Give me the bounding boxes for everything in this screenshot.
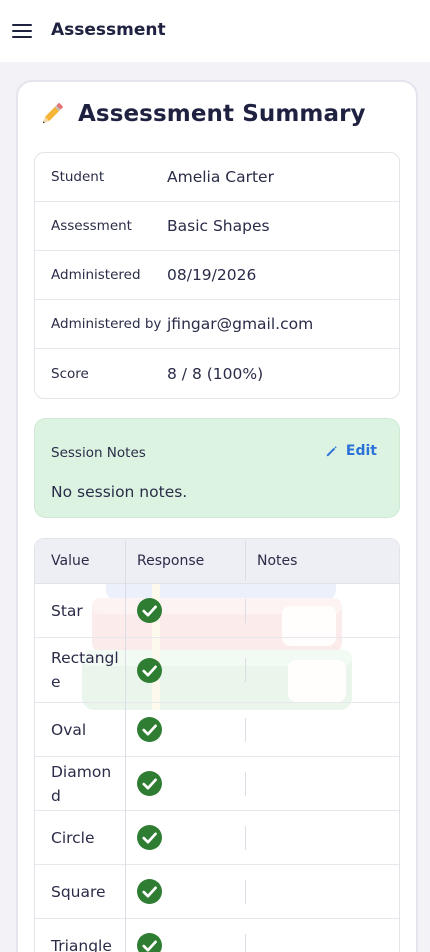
table-row: Oval [35, 691, 399, 768]
info-row-administered-by: Administered by jfingar@gmail.com [35, 300, 399, 349]
row-value: Star [51, 601, 83, 620]
session-notes-text: No session notes. [51, 483, 188, 501]
row-value: Oval [51, 720, 87, 739]
correct-check-icon [137, 598, 162, 623]
row-response [125, 745, 245, 822]
row-response [125, 691, 245, 768]
correct-check-icon [137, 933, 162, 952]
info-value: Basic Shapes [167, 217, 270, 235]
row-value: Rectangle [51, 649, 119, 691]
header-notes: Notes [245, 541, 399, 581]
summary-heading: Assessment Summary [38, 100, 366, 128]
info-label: Assessment [51, 218, 132, 234]
page-title: Assessment Summary [78, 101, 366, 127]
header-value: Value [51, 553, 90, 569]
edit-pencil-icon [326, 445, 337, 456]
info-label: Score [51, 365, 89, 382]
responses-table: Value Response Notes Star Rectangle Oval [34, 538, 400, 952]
correct-check-icon [137, 717, 162, 742]
edit-notes-button[interactable]: Edit [325, 443, 377, 459]
row-response [125, 853, 245, 930]
top-app-bar: Assessment [0, 0, 430, 62]
info-value: 8 / 8 (100%) [167, 364, 264, 383]
row-response [125, 907, 245, 952]
table-header: Value Response Notes [35, 539, 399, 584]
info-label: Administered by [51, 316, 162, 332]
row-response [125, 799, 245, 876]
info-row-student: Student Amelia Carter [35, 153, 399, 202]
row-value: Square [51, 882, 106, 901]
info-row-score: Score 8 / 8 (100%) [35, 349, 399, 398]
table-row: Square [35, 853, 399, 930]
info-value: 08/19/2026 [167, 266, 257, 284]
info-value: jfingar@gmail.com [167, 315, 314, 333]
row-value: Triangle [51, 936, 112, 952]
app-bar-title: Assessment [51, 20, 166, 40]
info-label: Administered [51, 267, 141, 283]
correct-check-icon [137, 771, 162, 796]
assessment-summary-card: Assessment Summary Student Amelia Carter… [16, 80, 418, 952]
table-row: Rectangle [35, 626, 399, 714]
info-row-assessment: Assessment Basic Shapes [35, 202, 399, 251]
edit-label: Edit [345, 443, 377, 459]
pencil-icon [42, 103, 63, 124]
info-label: Student [51, 169, 105, 185]
row-response [125, 626, 245, 714]
info-value: Amelia Carter [167, 168, 274, 186]
info-row-administered: Administered 08/19/2026 [35, 251, 399, 300]
table-row: Circle [35, 799, 399, 876]
table-row: Diamond [35, 745, 399, 822]
correct-check-icon [137, 825, 162, 850]
session-notes-label: Session Notes [51, 445, 146, 461]
table-row: Triangle [35, 907, 399, 952]
hamburger-menu-icon[interactable] [12, 22, 32, 40]
session-notes-panel: Session Notes Edit No session notes. [34, 418, 400, 518]
correct-check-icon [137, 879, 162, 904]
row-value: Circle [51, 828, 95, 847]
row-response [125, 572, 245, 649]
assessment-info-table: Student Amelia Carter Assessment Basic S… [34, 152, 400, 399]
row-value: Diamond [51, 762, 112, 805]
correct-check-icon [137, 657, 162, 683]
table-row: Star [35, 572, 399, 649]
header-response: Response [125, 541, 245, 581]
